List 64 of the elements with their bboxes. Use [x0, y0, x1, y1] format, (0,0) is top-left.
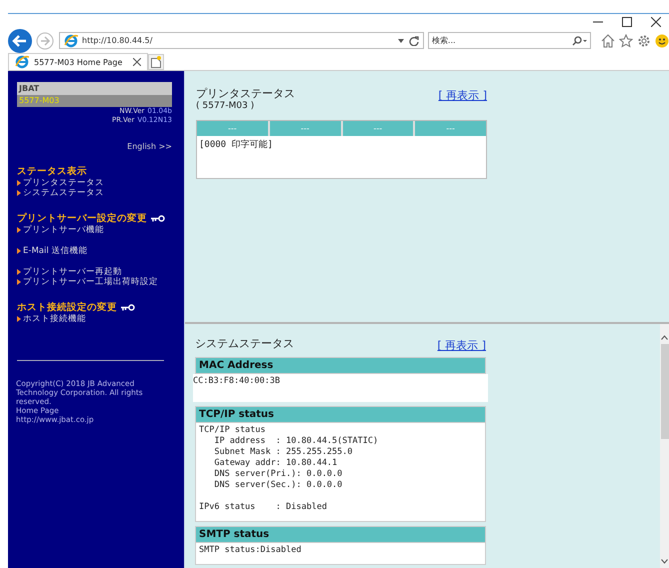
menu-link[interactable]: E-Mail 送信機能 [17, 246, 88, 256]
search-icon[interactable] [571, 36, 587, 46]
menu-link[interactable]: プリントサーバー再起動 [17, 267, 122, 277]
bullet-icon [17, 316, 21, 322]
menu-section-title: ステータス表示 [17, 165, 87, 178]
home-icon[interactable] [601, 34, 615, 48]
browser-logo-icon [15, 55, 29, 69]
info-line: CC:B3:F8:40:00:3B [193, 376, 281, 387]
model-label: 5577-M03 [17, 95, 172, 107]
column-header: --- [342, 121, 414, 136]
menu-link[interactable]: ホスト接続機能 [17, 314, 86, 324]
menu-section-title: プリントサーバー設定の変更 [17, 212, 147, 224]
bullet-icon [17, 248, 21, 254]
refresh-link[interactable]: [ 再表示 ] [437, 338, 486, 353]
maximize-icon[interactable] [622, 17, 632, 27]
info-line: Gateway addr: 10.80.44.1 [213, 458, 338, 469]
info-line: IP address : 10.80.44.5(STATIC) [213, 436, 380, 447]
search-bar[interactable]: 検索... [428, 32, 591, 49]
bullet-icon [17, 227, 21, 233]
info-line: DNS server(Sec.): 0.0.0.0 [213, 480, 344, 491]
column-header: --- [197, 121, 268, 136]
info-line: SMTP status:Disabled [199, 545, 302, 556]
star-icon[interactable] [619, 34, 633, 48]
new-tab-icon [151, 56, 161, 68]
bullet-icon [17, 190, 21, 196]
bullet-icon [17, 180, 21, 186]
language-link[interactable]: English >> [17, 142, 172, 151]
refresh-icon[interactable] [408, 36, 419, 46]
settings-icon[interactable] [637, 34, 651, 48]
refresh-link[interactable]: [ 再表示 ] [438, 88, 487, 103]
section-heading: MAC Address [195, 357, 486, 374]
new-tab-button[interactable] [148, 54, 164, 70]
browser-tab[interactable]: 5577-M03 Home Page [8, 53, 148, 70]
address-field[interactable]: http://10.80.44.5/ [59, 32, 424, 49]
info-line: IPv6 status : Disabled [199, 502, 328, 513]
menu-link[interactable]: プリントサーバー工場出荷時設定 [17, 277, 158, 287]
close-icon[interactable] [133, 58, 141, 66]
browser-logo-icon [64, 34, 78, 48]
close-icon[interactable] [651, 17, 661, 27]
status-message: [0000 印字可能] [198, 138, 274, 152]
menu-section-title: ホスト接続設定の変更 [17, 301, 117, 314]
scrollbar-thumb[interactable] [660, 344, 668, 439]
scroll-down-icon[interactable] [661, 559, 668, 564]
smiley-icon[interactable] [655, 34, 669, 48]
info-line: Subnet Mask : 255.255.255.0 [213, 447, 354, 458]
panel-title: システムステータス [195, 336, 294, 351]
column-header: --- [270, 121, 340, 136]
menu-link[interactable]: システムステータス [17, 188, 104, 198]
section-heading: SMTP status [195, 526, 486, 543]
bullet-icon [17, 269, 21, 275]
scroll-up-icon[interactable] [661, 335, 668, 340]
bullet-icon [17, 279, 21, 285]
info-line: DNS server(Pri.): 0.0.0.0 [213, 469, 344, 480]
column-header: --- [415, 121, 486, 136]
menu-link[interactable]: プリンタステータス [17, 178, 104, 188]
brand-label: JBAT [17, 82, 172, 95]
menu-link[interactable]: プリントサーバ機能 [17, 225, 104, 235]
model-label: ( 5577-M03 ) [196, 101, 256, 111]
panel-title: プリンタステータス [196, 86, 295, 101]
section-heading: TCP/IP status [195, 406, 486, 423]
dropdown-icon[interactable] [396, 38, 405, 44]
scrollbar[interactable] [660, 324, 669, 568]
back-icon[interactable] [8, 28, 32, 52]
info-line: TCP/IP status [199, 425, 267, 436]
